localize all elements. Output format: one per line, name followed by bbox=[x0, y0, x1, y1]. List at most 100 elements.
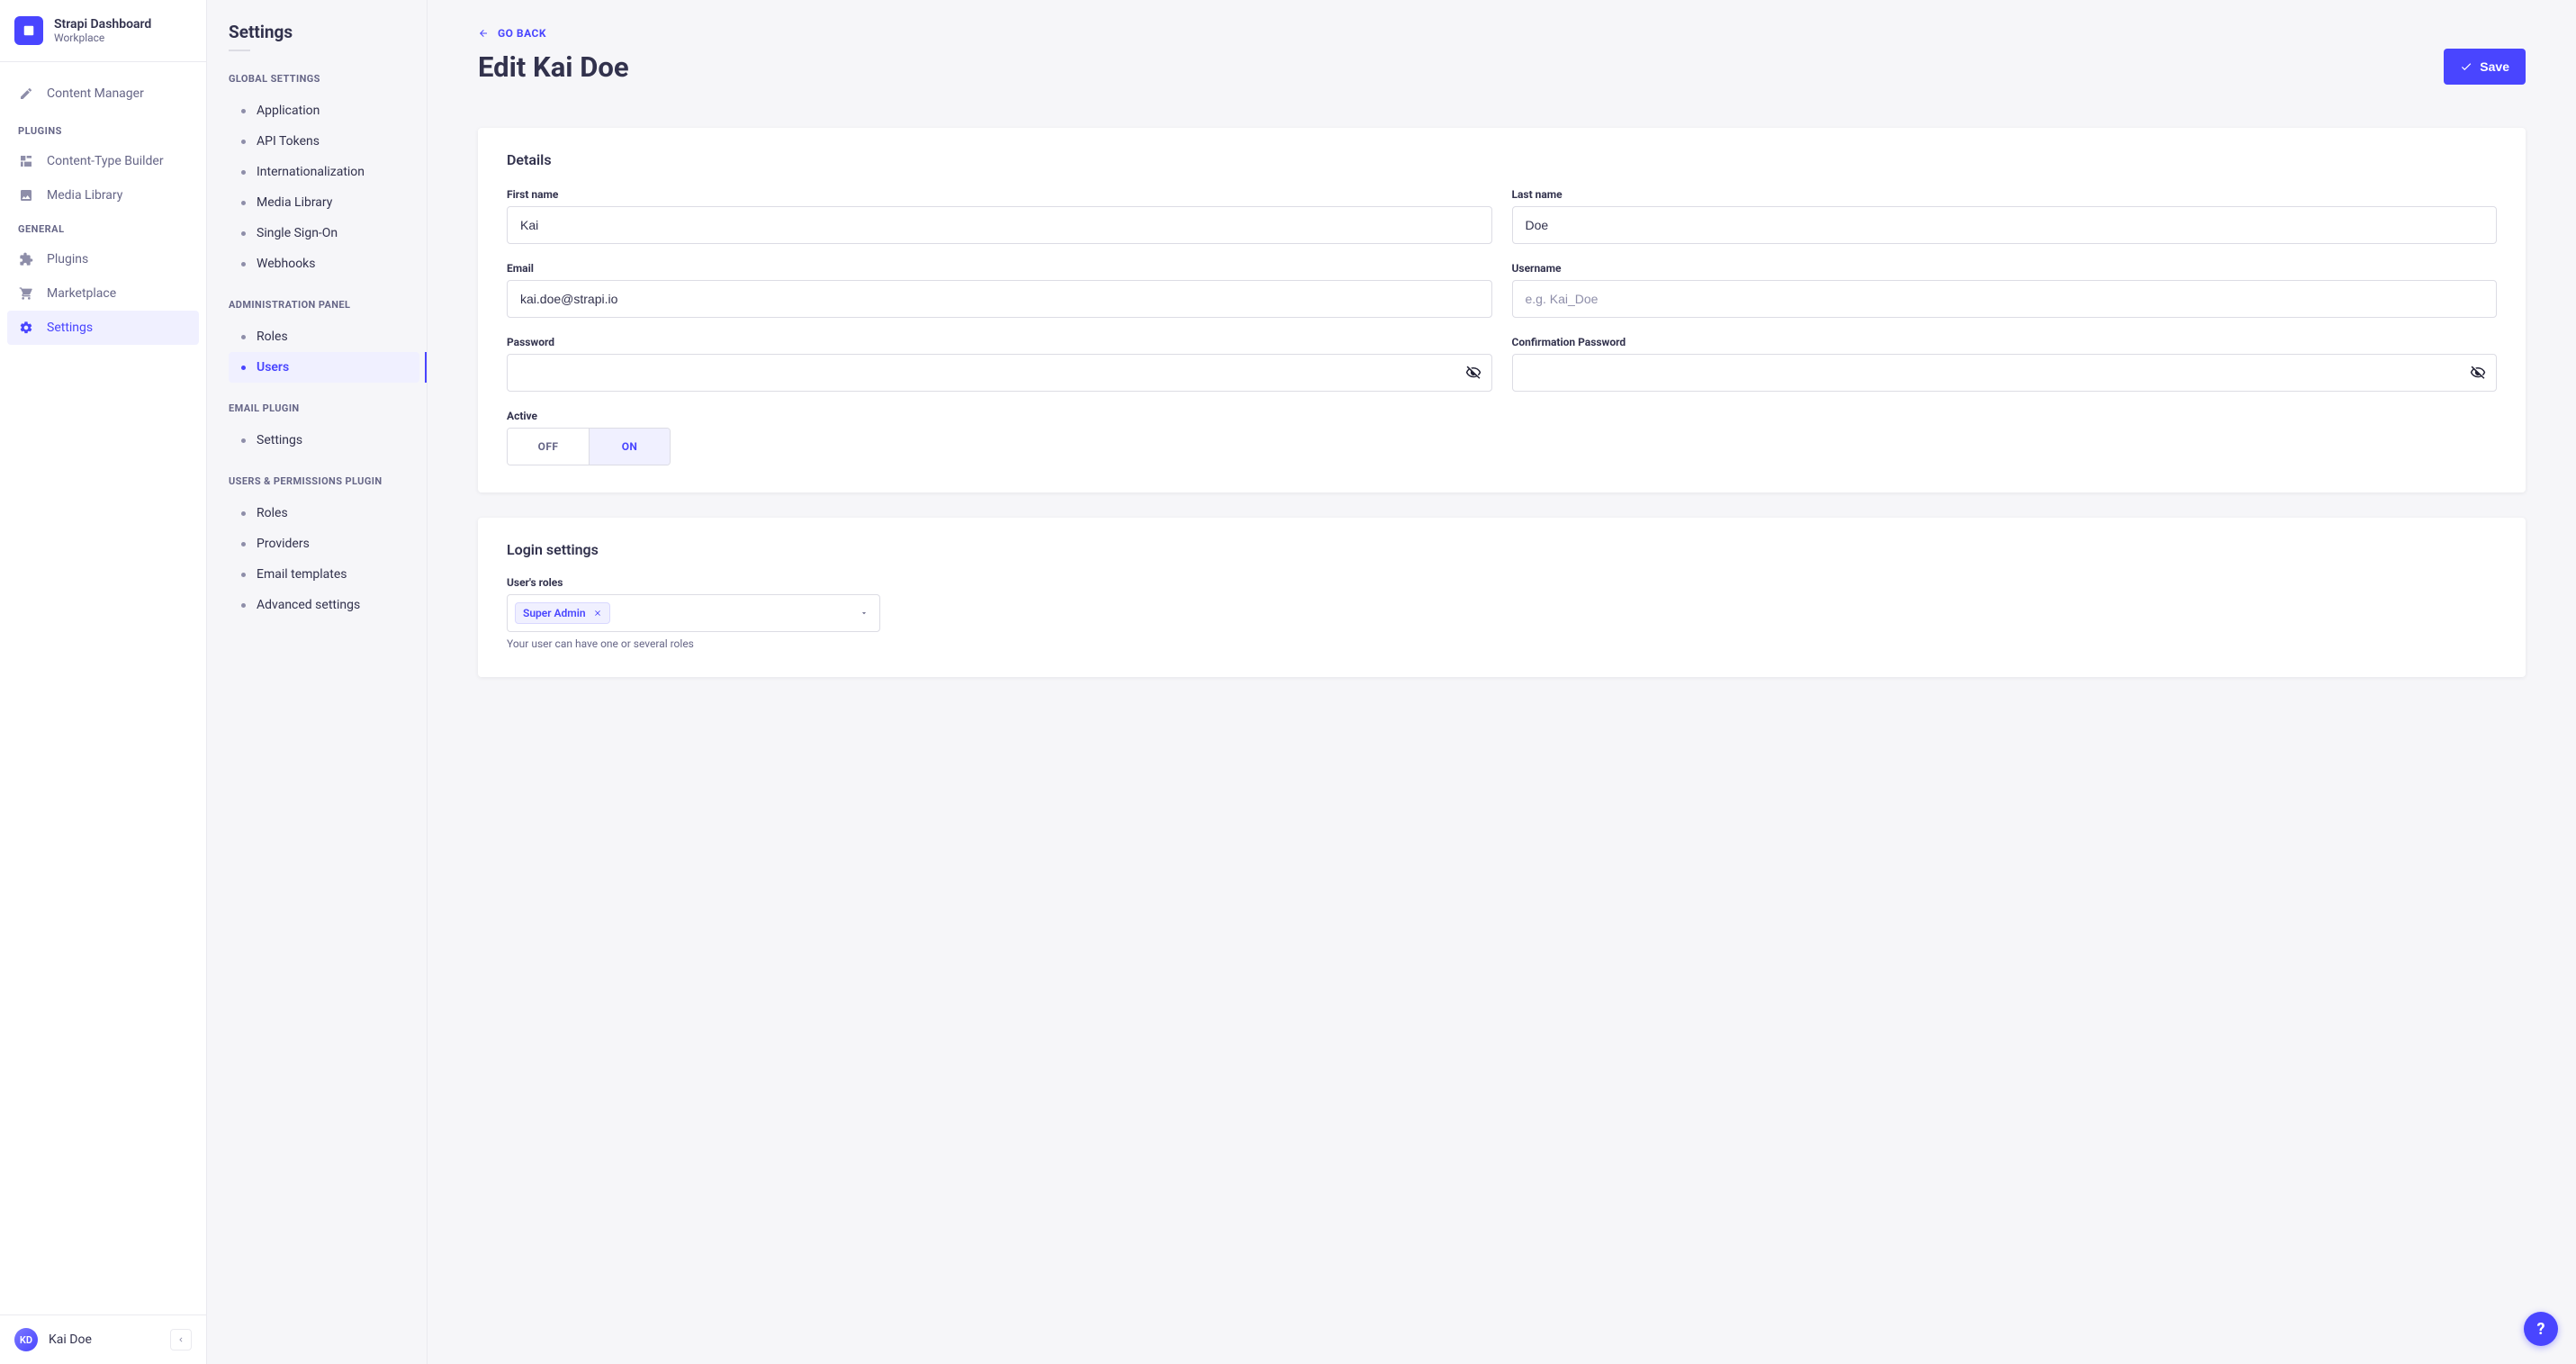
active-off-button[interactable]: OFF bbox=[508, 429, 589, 465]
last-name-input[interactable] bbox=[1512, 206, 2498, 244]
go-back-label: GO BACK bbox=[498, 27, 546, 40]
first-name-input[interactable] bbox=[507, 206, 1492, 244]
nav-label: Settings bbox=[47, 321, 93, 335]
help-fab-button[interactable]: ? bbox=[2524, 1312, 2558, 1346]
nav-settings[interactable]: Settings bbox=[7, 311, 199, 345]
bullet-icon bbox=[241, 170, 246, 175]
nav-marketplace[interactable]: Marketplace bbox=[7, 276, 199, 311]
bullet-icon bbox=[241, 201, 246, 205]
save-button[interactable]: Save bbox=[2444, 49, 2526, 85]
sub-item-internationalization[interactable]: Internationalization bbox=[229, 157, 419, 187]
check-icon bbox=[2460, 60, 2472, 73]
sub-item-label: Providers bbox=[257, 537, 310, 551]
subsection-global: GLOBAL SETTINGS bbox=[229, 73, 419, 85]
sub-item-admin-users[interactable]: Users bbox=[229, 352, 419, 383]
login-settings-card: Login settings User's roles Super Admin … bbox=[478, 518, 2526, 677]
nav-content-type-builder[interactable]: Content-Type Builder bbox=[7, 144, 199, 178]
nav-label: Plugins bbox=[47, 252, 88, 266]
sub-item-media-library[interactable]: Media Library bbox=[229, 187, 419, 218]
user-name: Kai Doe bbox=[49, 1332, 159, 1347]
brand: Strapi Dashboard Workplace bbox=[0, 0, 206, 62]
sub-item-api-tokens[interactable]: API Tokens bbox=[229, 126, 419, 157]
nav-media-library[interactable]: Media Library bbox=[7, 178, 199, 212]
page-title: Edit Kai Doe bbox=[478, 50, 629, 84]
nav-label: Marketplace bbox=[47, 286, 116, 301]
gear-icon bbox=[18, 320, 34, 336]
bullet-icon bbox=[241, 366, 246, 370]
subsection-users-permissions: USERS & PERMISSIONS PLUGIN bbox=[229, 475, 419, 487]
nav-label: Content Manager bbox=[47, 86, 144, 101]
field-last-name: Last name bbox=[1512, 188, 2498, 244]
field-email: Email bbox=[507, 262, 1492, 318]
remove-role-button[interactable] bbox=[593, 609, 602, 618]
user-roles-label: User's roles bbox=[507, 576, 885, 589]
field-confirm-password: Confirmation Password bbox=[1512, 336, 2498, 392]
caret-down-icon bbox=[860, 609, 869, 618]
main-content: GO BACK Edit Kai Doe Save Details First … bbox=[428, 0, 2576, 1364]
nav-section-plugins: PLUGINS bbox=[7, 114, 199, 144]
user-roles-select[interactable]: Super Admin bbox=[507, 594, 880, 632]
sub-item-email-settings[interactable]: Settings bbox=[229, 425, 419, 456]
cart-icon bbox=[18, 285, 34, 302]
field-active: Active OFF ON bbox=[507, 410, 1492, 465]
toggle-password-visibility[interactable] bbox=[1465, 365, 1482, 381]
field-password: Password bbox=[507, 336, 1492, 392]
sub-item-label: Settings bbox=[257, 433, 302, 447]
details-card: Details First name Last name Email Usern… bbox=[478, 128, 2526, 492]
sub-item-label: Roles bbox=[257, 330, 288, 344]
sub-item-label: Application bbox=[257, 104, 320, 118]
password-input[interactable] bbox=[507, 354, 1492, 392]
avatar: KD bbox=[14, 1328, 38, 1351]
details-heading: Details bbox=[507, 151, 2497, 168]
password-label: Password bbox=[507, 336, 1492, 348]
sub-item-up-providers[interactable]: Providers bbox=[229, 528, 419, 559]
sub-item-application[interactable]: Application bbox=[229, 95, 419, 126]
eye-off-icon bbox=[1465, 365, 1482, 381]
bullet-icon bbox=[241, 231, 246, 236]
brand-title: Strapi Dashboard bbox=[54, 17, 151, 32]
sub-item-up-roles[interactable]: Roles bbox=[229, 498, 419, 528]
sub-item-single-sign-on[interactable]: Single Sign-On bbox=[229, 218, 419, 248]
field-first-name: First name bbox=[507, 188, 1492, 244]
toggle-confirm-password-visibility[interactable] bbox=[2470, 365, 2486, 381]
nav-label: Content-Type Builder bbox=[47, 154, 164, 168]
confirm-password-label: Confirmation Password bbox=[1512, 336, 2498, 348]
bullet-icon bbox=[241, 542, 246, 547]
subsection-admin: ADMINISTRATION PANEL bbox=[229, 299, 419, 311]
username-input[interactable] bbox=[1512, 280, 2498, 318]
image-icon bbox=[18, 187, 34, 203]
username-label: Username bbox=[1512, 262, 2498, 275]
sub-item-label: Roles bbox=[257, 506, 288, 520]
go-back-link[interactable]: GO BACK bbox=[478, 27, 546, 40]
sub-item-up-email-templates[interactable]: Email templates bbox=[229, 559, 419, 590]
email-input[interactable] bbox=[507, 280, 1492, 318]
collapse-sidebar-button[interactable] bbox=[170, 1329, 192, 1350]
sub-item-label: Single Sign-On bbox=[257, 226, 338, 240]
bullet-icon bbox=[241, 140, 246, 144]
bullet-icon bbox=[241, 573, 246, 577]
bullet-icon bbox=[241, 335, 246, 339]
sub-item-label: Email templates bbox=[257, 567, 347, 582]
bullet-icon bbox=[241, 262, 246, 266]
nav-plugins[interactable]: Plugins bbox=[7, 242, 199, 276]
main-nav: Content Manager PLUGINS Content-Type Bui… bbox=[0, 62, 206, 1314]
close-icon bbox=[593, 609, 602, 618]
primary-sidebar: Strapi Dashboard Workplace Content Manag… bbox=[0, 0, 207, 1364]
field-username: Username bbox=[1512, 262, 2498, 318]
chevron-left-icon bbox=[176, 1335, 185, 1344]
first-name-label: First name bbox=[507, 188, 1492, 201]
role-tag: Super Admin bbox=[515, 602, 610, 624]
sub-item-label: Users bbox=[257, 360, 289, 375]
brand-subtitle: Workplace bbox=[54, 32, 151, 44]
bullet-icon bbox=[241, 438, 246, 443]
confirm-password-input[interactable] bbox=[1512, 354, 2498, 392]
settings-subnav: Settings GLOBAL SETTINGS Application API… bbox=[207, 0, 428, 1364]
nav-content-manager[interactable]: Content Manager bbox=[7, 73, 199, 114]
sub-item-admin-roles[interactable]: Roles bbox=[229, 321, 419, 352]
brand-logo-icon bbox=[14, 16, 43, 45]
active-on-button[interactable]: ON bbox=[589, 429, 670, 465]
roles-help-text: Your user can have one or several roles bbox=[507, 637, 885, 650]
active-label: Active bbox=[507, 410, 1492, 422]
sub-item-up-advanced-settings[interactable]: Advanced settings bbox=[229, 590, 419, 620]
sub-item-webhooks[interactable]: Webhooks bbox=[229, 248, 419, 279]
